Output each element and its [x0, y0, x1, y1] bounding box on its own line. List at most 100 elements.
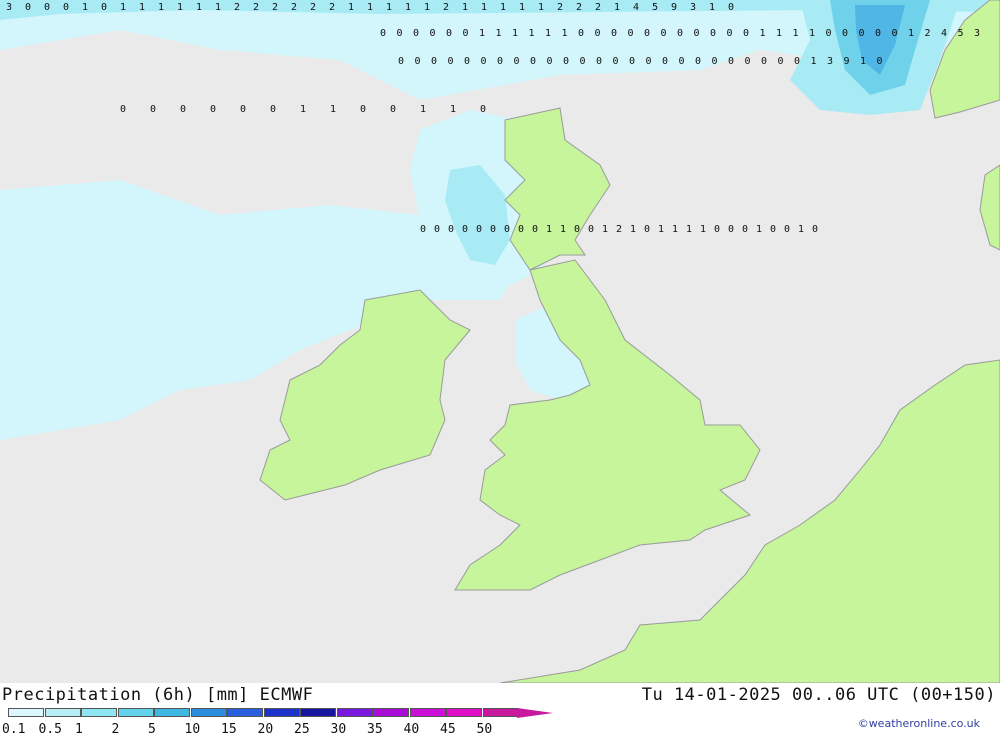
precip-value: 0 — [812, 224, 818, 235]
precip-value: 1 — [300, 104, 306, 115]
precip-value: 5 — [652, 2, 658, 13]
precip-value: 1 — [424, 2, 430, 13]
precip-value: 0 — [101, 2, 107, 13]
precip-value: 0 — [390, 104, 396, 115]
precip-value: 0 — [25, 2, 31, 13]
scale-label: 15 — [221, 722, 237, 737]
precip-value: 2 — [925, 28, 931, 39]
precip-value: 0 — [629, 56, 635, 67]
scale-label: 40 — [403, 722, 420, 737]
credit-link[interactable]: ©weatheronline.co.uk — [858, 717, 980, 730]
precip-value: 0 — [596, 56, 602, 67]
precip-value: 1 — [560, 224, 566, 235]
precip-value: 0 — [745, 56, 751, 67]
precip-value: 4 — [941, 28, 947, 39]
precip-value: 0 — [728, 2, 734, 13]
scale-swatch — [44, 708, 81, 717]
precip-value: 0 — [743, 28, 749, 39]
precip-value: 1 — [330, 104, 336, 115]
precip-value: 0 — [380, 28, 386, 39]
precip-value: 1 — [139, 2, 145, 13]
precip-value: 0 — [398, 56, 404, 67]
precip-value: 1 — [177, 2, 183, 13]
precip-value: 0 — [497, 56, 503, 67]
precip-value: 2 — [616, 224, 622, 235]
precip-value: 1 — [545, 28, 551, 39]
scale-swatch — [81, 708, 117, 717]
precip-value: 1 — [860, 56, 866, 67]
precip-value: 0 — [877, 56, 883, 67]
scale-label: 35 — [367, 722, 383, 737]
scale-label: 5 — [148, 722, 156, 737]
scale-label: 2 — [111, 722, 120, 737]
precip-value: 0 — [588, 224, 594, 235]
precip-value: 1 — [602, 224, 608, 235]
precip-value: 0 — [677, 28, 683, 39]
precip-value: 0 — [644, 224, 650, 235]
precip-value: 1 — [793, 28, 799, 39]
precip-value: 0 — [270, 104, 276, 115]
precip-value: 0 — [504, 224, 510, 235]
scale-swatch — [227, 708, 263, 717]
precip-value: 1 — [519, 2, 525, 13]
precip-value: 0 — [180, 104, 186, 115]
precip-value: 1 — [158, 2, 164, 13]
precip-value: 2 — [310, 2, 316, 13]
precip-value: 0 — [778, 56, 784, 67]
precip-value: 1 — [546, 224, 552, 235]
precip-value: 0 — [662, 56, 668, 67]
precip-value: 1 — [809, 28, 815, 39]
precip-value: 0 — [430, 28, 436, 39]
scale-swatch — [373, 708, 409, 717]
precip-value: 5 — [958, 28, 964, 39]
precip-value: 0 — [578, 28, 584, 39]
scale-swatch — [409, 708, 446, 717]
precip-value: 1 — [120, 2, 126, 13]
precip-value: 0 — [727, 28, 733, 39]
map-title: Precipitation (6h) [mm] ECMWF — [2, 685, 314, 705]
precip-value: 1 — [709, 2, 715, 13]
precip-value: 0 — [150, 104, 156, 115]
precip-value: 0 — [530, 56, 536, 67]
precip-value: 0 — [712, 56, 718, 67]
precip-value: 0 — [728, 56, 734, 67]
precip-value: 2 — [272, 2, 278, 13]
precip-value: 0 — [646, 56, 652, 67]
precip-value: 1 — [630, 224, 636, 235]
precip-value: 1 — [496, 28, 502, 39]
precip-value: 0 — [679, 56, 685, 67]
precip-value: 0 — [415, 56, 421, 67]
precip-value: 0 — [728, 224, 734, 235]
scale-label: 0.5 — [38, 722, 62, 737]
precip-value: 0 — [613, 56, 619, 67]
precip-value: 0 — [240, 104, 246, 115]
precip-value: 0 — [859, 28, 865, 39]
precip-value: 1 — [405, 2, 411, 13]
precip-value: 0 — [518, 224, 524, 235]
precip-value: 0 — [397, 28, 403, 39]
scale-label: 20 — [257, 722, 274, 737]
scale-swatch — [300, 708, 336, 717]
precip-value: 0 — [490, 224, 496, 235]
scale-swatch — [336, 708, 373, 717]
scale-swatch — [8, 708, 44, 717]
precip-value: 1 — [215, 2, 221, 13]
precip-value: 2 — [557, 2, 563, 13]
precip-value: 0 — [210, 104, 216, 115]
scale-label: 30 — [330, 722, 347, 737]
precip-value: 1 — [450, 104, 456, 115]
precip-value: 2 — [234, 2, 240, 13]
precip-value: 1 — [386, 2, 392, 13]
precip-value: 1 — [614, 2, 620, 13]
precip-value: 0 — [413, 28, 419, 39]
precip-value: 0 — [761, 56, 767, 67]
precip-value: 0 — [434, 224, 440, 235]
scale-swatch — [190, 708, 227, 717]
precip-value: 0 — [360, 104, 366, 115]
precip-value: 0 — [710, 28, 716, 39]
precip-value: 0 — [595, 28, 601, 39]
precip-value: 1 — [776, 28, 782, 39]
precip-value: 1 — [481, 2, 487, 13]
precip-value: 0 — [63, 2, 69, 13]
scale-swatch — [154, 708, 190, 717]
